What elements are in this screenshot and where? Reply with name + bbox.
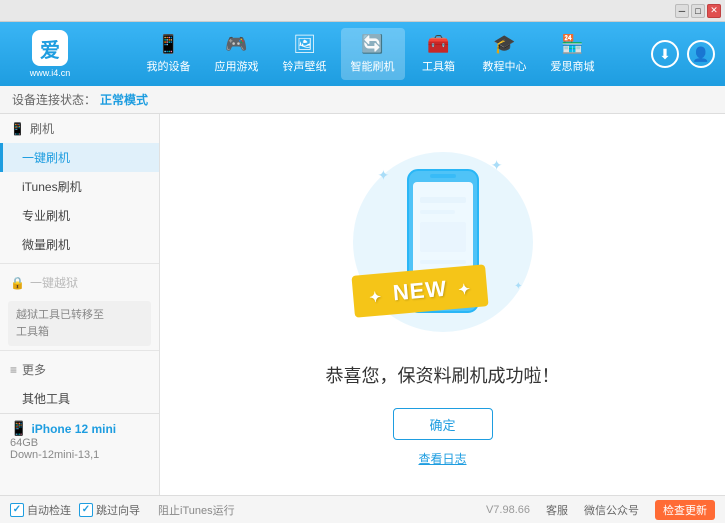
version-text: V7.98.66 [486, 504, 530, 516]
sidebar-divider-1 [0, 263, 159, 264]
sparkle-3: ✦ [514, 281, 522, 292]
title-bar: ─ □ ✕ [0, 0, 725, 22]
stop-itunes-label: 阻止iTunes运行 [158, 502, 235, 518]
device-panel: 📱 iPhone 12 mini 64GB Down-12mini-13,1 [0, 413, 160, 467]
store-icon: 🏪 [561, 34, 583, 55]
sidebar-section-jailbreak: 🔒 一键越狱 [0, 268, 159, 297]
new-badge-text: NEW [391, 276, 447, 306]
bottom-bar: 自动检连 跳过向导 阻止iTunes运行 V7.98.66 客服 微信公众号 检… [0, 495, 725, 523]
success-title: 恭喜您，保资料刷机成功啦！ [326, 362, 560, 388]
sidebar-section-jailbreak-label: 一键越狱 [30, 274, 78, 291]
device-storage: 64GB [10, 437, 149, 449]
skip-wizard-checkbox[interactable]: 跳过向导 [79, 502, 140, 518]
bottom-left: 自动检连 跳过向导 阻止iTunes运行 [10, 502, 486, 518]
ringtone-icon: 🖼 [293, 34, 316, 55]
nav-label-toolbox: 工具箱 [422, 58, 455, 74]
nav-item-smart-flash[interactable]: 🔄 智能刷机 [341, 28, 405, 80]
sidebar-item-one-key-flash[interactable]: 一键刷机 [0, 143, 159, 172]
header: 爱 www.i4.cn 📱 我的设备 🎮 应用游戏 🖼 铃声壁纸 🔄 智能刷机 … [0, 22, 725, 86]
auto-connect-label: 自动检连 [27, 502, 71, 518]
sparkle-2: ✦ [378, 167, 390, 184]
visit-log-link[interactable]: 查看日志 [418, 450, 466, 467]
main-area: 📱 刷机 一键刷机 iTunes刷机 专业刷机 微量刷机 🔒 一键越狱 越狱工具… [0, 114, 725, 495]
logo-icon: 爱 [32, 30, 68, 66]
nav-item-tutorial[interactable]: 🎓 教程中心 [473, 28, 537, 80]
wechat-link[interactable]: 微信公众号 [584, 502, 639, 518]
confirm-button[interactable]: 确定 [393, 408, 493, 440]
sidebar-item-other-tools[interactable]: 其他工具 [0, 384, 159, 413]
device-firmware: Down-12mini-13,1 [10, 449, 149, 461]
jailbreak-info-box: 越狱工具已转移至工具箱 [8, 301, 151, 346]
sidebar-section-more: ≡ 更多 [0, 355, 159, 384]
toolbox-icon: 🧰 [427, 34, 449, 55]
sparkle-1: ✦ [491, 157, 503, 174]
nav-item-store[interactable]: 🏪 爱思商城 [541, 28, 605, 80]
nav-right: ⬇ 👤 [651, 40, 715, 68]
apps-icon: 🎮 [225, 34, 247, 55]
device-panel-icon: 📱 [10, 420, 27, 437]
auto-connect-check-icon [10, 503, 24, 517]
nav-label-ringtone: 铃声壁纸 [283, 58, 327, 74]
sidebar-item-pro-flash[interactable]: 专业刷机 [0, 201, 159, 230]
nav-label-store: 爱思商城 [551, 58, 595, 74]
skip-wizard-label: 跳过向导 [96, 502, 140, 518]
close-button[interactable]: ✕ [707, 4, 721, 18]
sidebar-item-micro-flash[interactable]: 微量刷机 [0, 230, 159, 259]
device-icon: 📱 [157, 34, 179, 55]
sidebar-section-flash: 📱 刷机 [0, 114, 159, 143]
status-bar: 设备连接状态： 正常模式 [0, 86, 725, 114]
logo[interactable]: 爱 www.i4.cn [10, 30, 90, 78]
nav-items: 📱 我的设备 🎮 应用游戏 🖼 铃声壁纸 🔄 智能刷机 🧰 工具箱 🎓 教程中心… [90, 28, 651, 80]
sidebar-section-flash-label: 刷机 [30, 120, 54, 137]
content-area: ✦ ✦ ✦ NEW [160, 114, 725, 495]
logo-text: www.i4.cn [30, 68, 71, 78]
nav-label-apps-games: 应用游戏 [215, 58, 259, 74]
skip-wizard-check-icon [79, 503, 93, 517]
sidebar-section-more-label: 更多 [22, 361, 46, 378]
more-section-icon: ≡ [10, 363, 17, 377]
success-illustration: ✦ ✦ ✦ NEW [343, 142, 543, 342]
minimize-button[interactable]: ─ [675, 4, 689, 18]
sidebar-divider-2 [0, 350, 159, 351]
update-button[interactable]: 检查更新 [655, 500, 715, 520]
nav-item-toolbox[interactable]: 🧰 工具箱 [409, 28, 469, 80]
nav-item-apps-games[interactable]: 🎮 应用游戏 [205, 28, 269, 80]
jailbreak-section-icon: 🔒 [10, 276, 25, 290]
nav-item-ringtone[interactable]: 🖼 铃声壁纸 [273, 28, 337, 80]
auto-connect-checkbox[interactable]: 自动检连 [10, 502, 71, 518]
download-button[interactable]: ⬇ [651, 40, 679, 68]
tutorial-icon: 🎓 [493, 34, 515, 55]
smart-flash-icon: 🔄 [361, 34, 383, 55]
status-label: 设备连接状态： [12, 91, 96, 108]
status-value: 正常模式 [100, 91, 148, 108]
sidebar-item-itunes-flash[interactable]: iTunes刷机 [0, 172, 159, 201]
nav-label-tutorial: 教程中心 [483, 58, 527, 74]
customer-service-link[interactable]: 客服 [546, 502, 568, 518]
nav-item-my-device[interactable]: 📱 我的设备 [137, 28, 201, 80]
sidebar: 📱 刷机 一键刷机 iTunes刷机 专业刷机 微量刷机 🔒 一键越狱 越狱工具… [0, 114, 160, 495]
flash-section-icon: 📱 [10, 122, 25, 136]
bottom-right: V7.98.66 客服 微信公众号 检查更新 [486, 500, 715, 520]
device-name: iPhone 12 mini [31, 422, 116, 436]
nav-label-smart-flash: 智能刷机 [351, 58, 395, 74]
maximize-button[interactable]: □ [691, 4, 705, 18]
user-button[interactable]: 👤 [687, 40, 715, 68]
nav-label-my-device: 我的设备 [147, 58, 191, 74]
